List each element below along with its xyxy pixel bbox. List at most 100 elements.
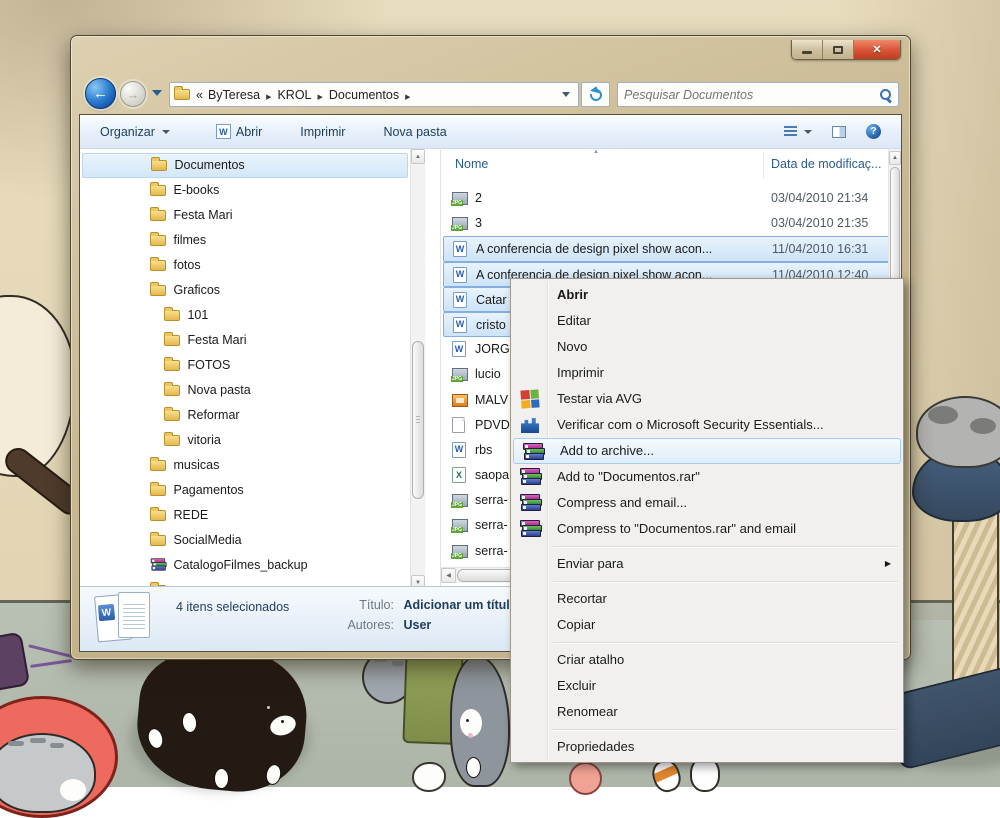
tree-item[interactable]: SocialMedia [80,528,410,553]
tree-item[interactable]: Reformar [80,403,410,428]
breadcrumb-item[interactable]: Documentos [329,88,417,102]
forward-button[interactable]: → [120,81,146,107]
tree-item[interactable]: Nova pasta [80,378,410,403]
tree-item[interactable]: FOTOS [80,353,410,378]
search-input[interactable] [624,88,879,102]
menu-item[interactable]: Imprimir ▶ [511,360,903,386]
address-bar[interactable]: « ByTeresa KROL Documentos [169,82,579,107]
menu-item[interactable]: Compress to "Documentos.rar" and email ▶ [511,516,903,542]
menu-item[interactable]: ▶ [511,638,903,647]
title-value[interactable]: Adicionar um título [403,598,517,612]
scroll-up-button[interactable]: ▲ [411,149,425,164]
folder-icon [164,357,184,371]
column-header-modified[interactable]: Data de modificaç... [771,157,881,171]
breadcrumb-item[interactable]: KROL [277,88,328,102]
tree-item[interactable]: Graficos [80,278,410,303]
menu-item[interactable]: Criar atalho ▶ [511,647,903,673]
maximize-icon [833,46,843,54]
menu-item[interactable]: Novo ▶ [511,334,903,360]
folder-icon [150,507,170,521]
column-header-name[interactable]: Nome [455,157,488,171]
close-button[interactable]: ✕ [854,40,900,59]
file-row[interactable]: W X A conferencia de design pixel show a… [443,236,890,261]
menu-item[interactable]: Testar via AVG ▶ [511,386,903,412]
abrir-button[interactable]: W Abrir [206,120,272,143]
menu-item[interactable]: Propriedades ▶ [511,734,903,760]
tree-item[interactable]: E-books [80,178,410,203]
tree-item[interactable]: Festa Mari [80,328,410,353]
preview-pane-button[interactable] [822,122,856,142]
list-header: Nome ▲ Data de modificaç... [441,149,892,182]
menu-item-label: Abrir [557,287,588,302]
folder-icon [150,282,170,296]
menu-item[interactable]: ▶ [511,542,903,551]
tree-item[interactable]: REDE [80,503,410,528]
history-dropdown-icon[interactable] [152,90,162,96]
menu-item[interactable]: Editar ▶ [511,308,903,334]
menu-item-icon [517,363,545,383]
file-row[interactable]: W X 3 03/04/2010 21:35 [443,211,890,236]
imprimir-button[interactable]: Imprimir [290,121,355,143]
menu-item[interactable]: Copiar ▶ [511,612,903,638]
tree-item[interactable]: vitoria [80,428,410,453]
folder-icon [164,332,184,346]
chevron-right-icon[interactable] [312,88,329,102]
authors-value[interactable]: User [403,618,431,632]
wallpaper-sleeping-cat [916,396,1000,468]
refresh-button[interactable] [581,82,610,107]
search-icon[interactable] [879,88,892,101]
chevron-right-icon[interactable] [399,88,416,102]
menu-item[interactable]: Excluir ▶ [511,673,903,699]
file-name: JORG [475,337,510,362]
file-row[interactable]: W X 2 03/04/2010 21:34 [443,186,890,211]
menu-item[interactable]: Verificar com o Microsoft Security Essen… [511,412,903,438]
maximize-button[interactable] [823,40,854,59]
address-dropdown-icon[interactable] [562,92,570,97]
menu-item-label: Enviar para [557,556,623,571]
menu-item-icon [517,285,545,305]
column-divider[interactable] [763,152,764,179]
chevron-right-icon[interactable] [260,88,277,102]
file-name: serra- [475,539,508,564]
tree-item[interactable]: musicas [80,453,410,478]
back-button[interactable]: ← [85,78,116,109]
file-type-icon: W X [452,392,470,409]
tree-scrollbar-thumb[interactable] [412,341,424,499]
folder-icon [150,232,170,246]
scroll-up-button[interactable]: ▲ [889,151,901,165]
change-view-button[interactable] [774,122,822,141]
organizar-button[interactable]: Organizar [90,121,180,143]
tree-item[interactable]: Documentos [82,153,408,178]
menu-item[interactable]: Compress and email... ▶ [511,490,903,516]
menu-item[interactable]: ▶ [511,725,903,734]
nova-pasta-button[interactable]: Nova pasta [373,121,456,143]
breadcrumb-overflow[interactable]: « [196,88,203,102]
scroll-left-button[interactable]: ◀ [441,568,456,583]
tree-item[interactable]: CatalogoFilmes_backup [80,553,410,578]
menu-item[interactable]: Abrir ▶ [511,282,903,308]
tree-item[interactable]: Festa Mari [80,203,410,228]
file-modified-date: 03/04/2010 21:34 [771,186,868,211]
file-name: serra- [475,513,508,538]
tree-item[interactable]: Pagamentos [80,478,410,503]
menu-item[interactable]: ▶ [511,577,903,586]
tree-item-label: fotos [173,258,200,272]
help-button[interactable]: ? [856,120,891,143]
file-name: rbs [475,438,492,463]
minimize-button[interactable] [792,40,823,59]
menu-item[interactable]: Add to "Documentos.rar" ▶ [511,464,903,490]
tree-item[interactable]: 101 [80,303,410,328]
menu-item[interactable]: Add to archive... ▶ [513,438,901,464]
file-type-icon: W X [452,366,470,383]
menu-item[interactable]: Enviar para ▶ [511,551,903,577]
menu-item-icon [517,554,545,574]
folder-icon [150,482,170,496]
tree-item[interactable]: filmes [80,228,410,253]
nova-pasta-label: Nova pasta [383,125,446,139]
menu-item-icon [517,615,545,635]
menu-item[interactable]: Renomear ▶ [511,699,903,725]
tree-item[interactable]: fotos [80,253,410,278]
tree-item-label: Documentos [174,158,244,172]
breadcrumb-item[interactable]: ByTeresa [208,88,278,102]
menu-item[interactable]: Recortar ▶ [511,586,903,612]
